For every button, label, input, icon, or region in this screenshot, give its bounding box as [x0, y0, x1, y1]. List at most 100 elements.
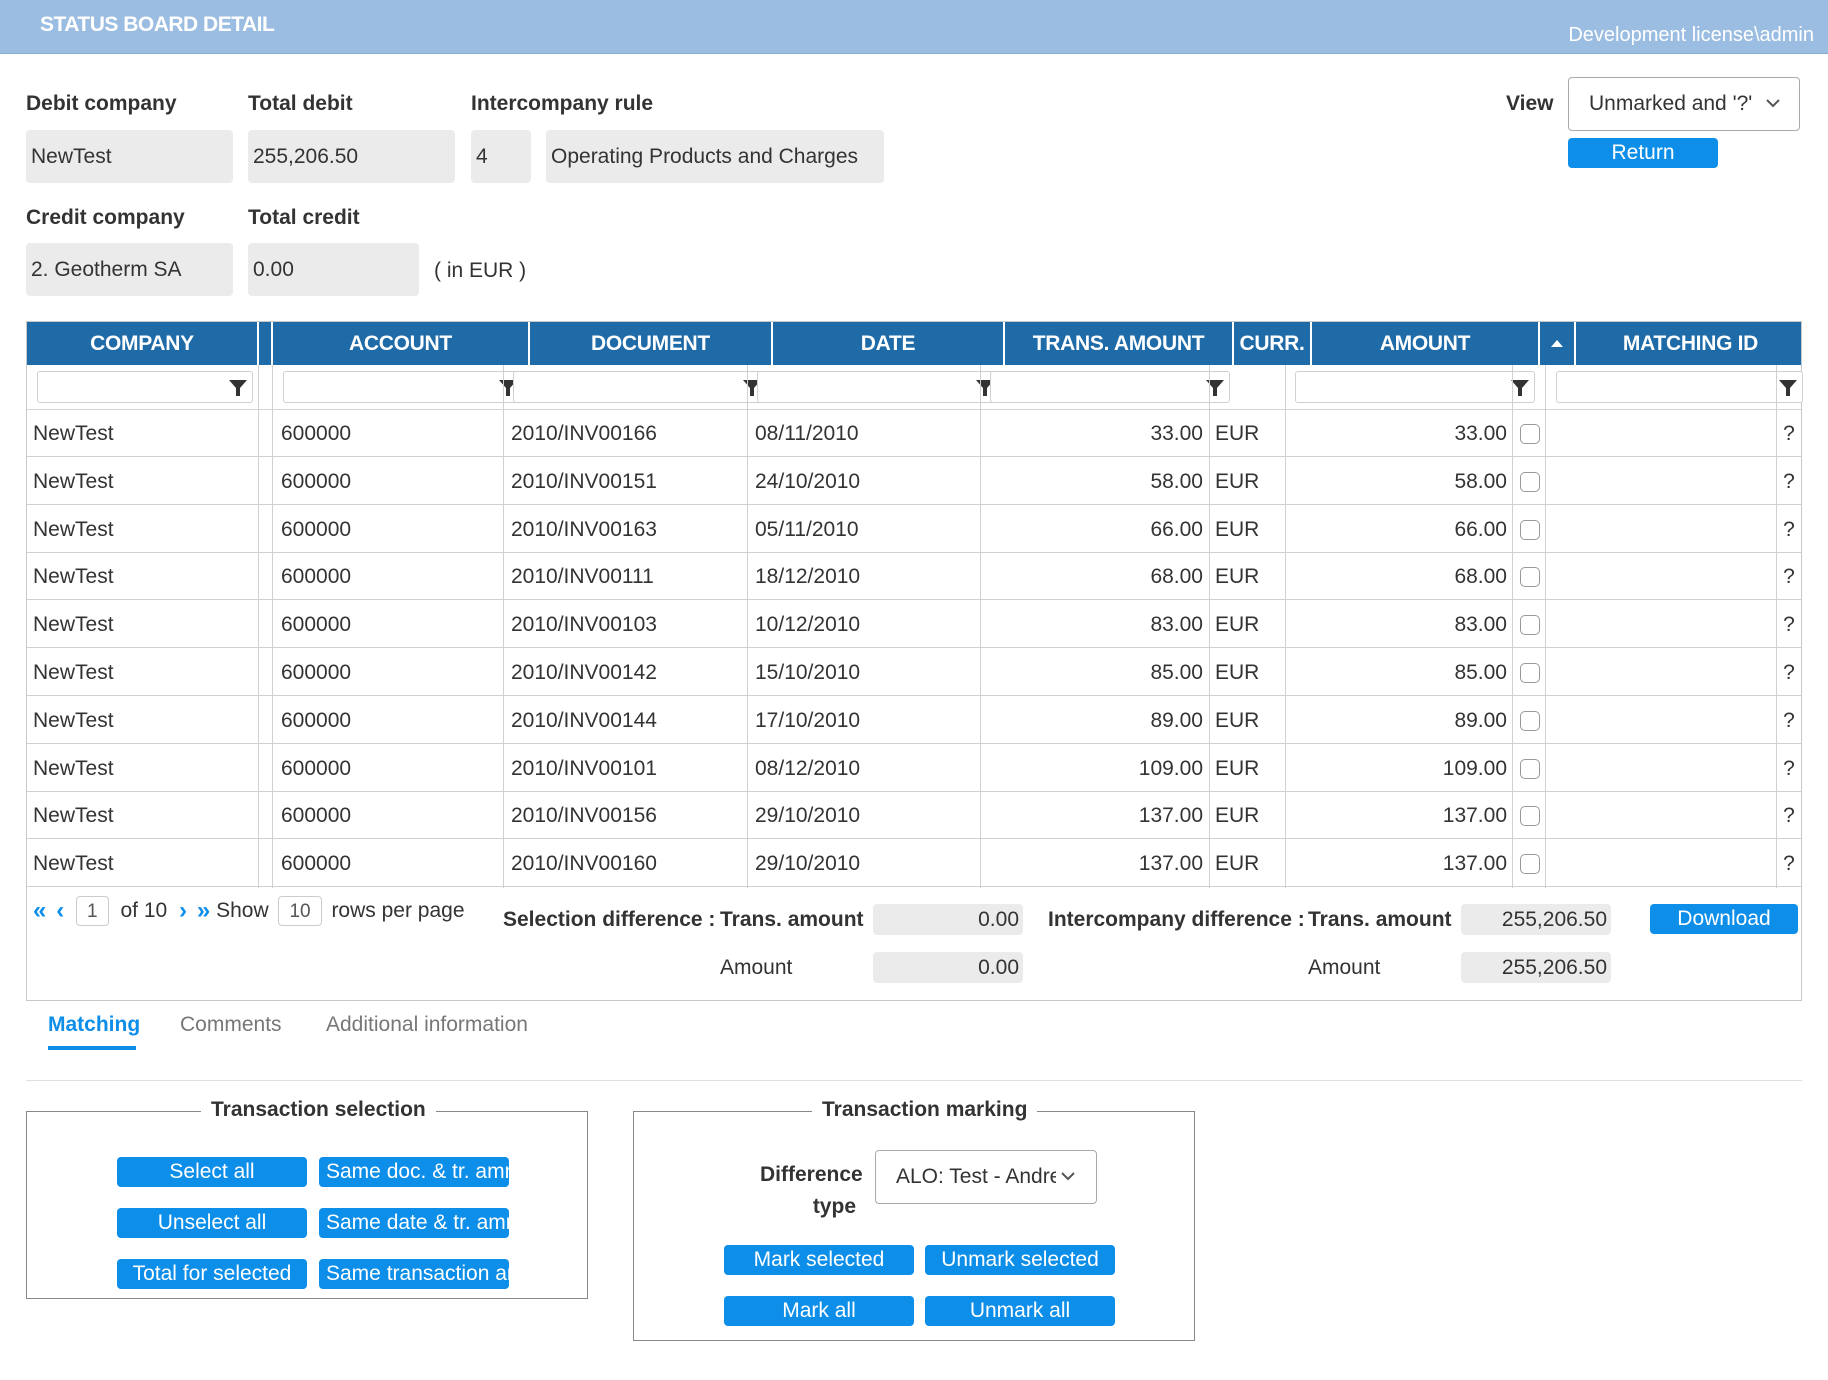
cell-company: NewTest	[33, 613, 114, 637]
row-checkbox[interactable]	[1520, 471, 1540, 492]
difference-type-select[interactable]: ALO: Test - Andre	[875, 1150, 1097, 1204]
first-page-icon[interactable]: «	[33, 897, 46, 924]
next-page-icon[interactable]: ›	[179, 897, 187, 924]
total-debit-label: Total debit	[248, 92, 353, 115]
difference-type-label-line2: type	[812, 1195, 856, 1218]
row-checkbox[interactable]	[1520, 663, 1540, 683]
cell-trans-amount: 68.00	[1150, 565, 1203, 589]
cell-status-flag: ?	[1783, 852, 1795, 876]
return-button[interactable]: Return	[1568, 138, 1718, 168]
table-row[interactable]: NewTest 600000 2010/INV00156 29/10/2010 137.…	[27, 792, 1801, 840]
cell-matching-id	[1551, 840, 1771, 887]
row-checkbox[interactable]	[1520, 854, 1540, 875]
cell-currency: EUR	[1215, 804, 1260, 828]
filter-amount-input[interactable]	[1295, 371, 1535, 403]
table-row[interactable]: NewTest 600000 2010/INV00151 24/10/2010 58.0…	[27, 458, 1801, 505]
column-header-amount[interactable]: AMOUNT	[1312, 322, 1540, 365]
filter-company-input[interactable]	[37, 371, 253, 403]
unmark-all-button[interactable]: Unmark all	[925, 1296, 1115, 1326]
cell-document: 2010/INV00151	[511, 469, 657, 493]
cell-company: NewTest	[33, 517, 114, 541]
filter-trans-amount-input[interactable]	[990, 371, 1230, 403]
row-checkbox[interactable]	[1520, 615, 1540, 636]
cell-document: 2010/INV00111	[511, 565, 654, 589]
previous-page-icon[interactable]: ‹	[56, 897, 64, 924]
column-header-account[interactable]: ACCOUNT	[273, 322, 530, 365]
download-button[interactable]: Download	[1650, 904, 1798, 934]
filter-matching-id-input[interactable]	[1556, 371, 1803, 403]
cell-status-flag: ?	[1783, 613, 1795, 637]
mark-all-button[interactable]: Mark all	[724, 1296, 914, 1326]
column-header-document[interactable]: DOCUMENT	[530, 322, 773, 365]
cell-matching-id	[1551, 458, 1771, 505]
filter-date-input[interactable]	[757, 371, 1000, 403]
row-checkbox[interactable]	[1520, 806, 1540, 827]
transaction-selection-legend: Transaction selection	[201, 1098, 436, 1122]
rows-per-page-label: rows per page	[331, 899, 465, 922]
cell-account: 600000	[281, 517, 352, 541]
row-checkbox[interactable]	[1520, 758, 1540, 779]
table-row[interactable]: NewTest 600000 2010/INV00166 08/11/2010 33.0…	[27, 410, 1801, 457]
of-label: of	[120, 899, 138, 922]
cell-currency: EUR	[1215, 852, 1260, 876]
view-select[interactable]: Unmarked and '?'	[1568, 77, 1800, 131]
page-title: STATUS BOARD DETAIL	[40, 13, 275, 36]
selection-amount-label: Amount	[720, 956, 793, 979]
table-row[interactable]: NewTest 600000 2010/INV00144 17/10/2010 89.0…	[27, 697, 1801, 744]
filter-account-input[interactable]	[283, 371, 523, 403]
cell-account: 600000	[281, 708, 352, 732]
table-row[interactable]: NewTest 600000 2010/INV00160 29/10/2010 137.…	[27, 840, 1801, 888]
tab-comments[interactable]: Comments	[180, 1013, 282, 1037]
table-row[interactable]: NewTest 600000 2010/INV00103 10/12/2010 83.0…	[27, 601, 1801, 649]
mark-selected-button[interactable]: Mark selected	[724, 1245, 914, 1275]
table-row[interactable]: NewTest 600000 2010/INV00163 05/11/2010 66.0…	[27, 506, 1801, 553]
tab-additional-information[interactable]: Additional information	[326, 1013, 528, 1037]
rows-per-page-input[interactable]: 10	[278, 896, 322, 926]
unmark-selected-button[interactable]: Unmark selected	[925, 1245, 1115, 1275]
filter-document-input[interactable]	[513, 371, 767, 403]
column-header-currency[interactable]: CURR.	[1234, 322, 1312, 365]
cell-status-flag: ?	[1783, 708, 1795, 732]
total-for-selected-button[interactable]: Total for selected	[117, 1259, 307, 1289]
unselect-all-button[interactable]: Unselect all	[117, 1208, 307, 1238]
cell-trans-amount: 109.00	[1138, 756, 1203, 780]
row-checkbox[interactable]	[1520, 424, 1540, 444]
cell-amount: 137.00	[1442, 852, 1507, 876]
intercompany-amount-label: Amount	[1308, 956, 1381, 979]
credit-company-field: 2. Geotherm SA	[26, 243, 233, 296]
same-transaction-amount-button[interactable]: Same transaction amount	[319, 1259, 509, 1289]
cell-status-flag: ?	[1783, 661, 1795, 684]
cell-matching-id	[1551, 697, 1771, 744]
selection-amount-value: 0.00	[873, 952, 1023, 983]
table-row[interactable]: NewTest 600000 2010/INV00142 15/10/2010 85.0…	[27, 649, 1801, 696]
currency-note: ( in EUR )	[434, 259, 527, 282]
cell-document: 2010/INV00103	[511, 613, 657, 637]
sort-ascending-icon[interactable]	[1540, 322, 1576, 365]
total-debit-field: 255,206.50	[248, 130, 455, 183]
cell-matching-id	[1551, 506, 1771, 553]
tab-matching[interactable]: Matching	[48, 1013, 140, 1037]
active-tab-indicator	[48, 1046, 136, 1050]
debit-company-label: Debit company	[26, 92, 177, 115]
cell-date: 17/10/2010	[755, 708, 861, 732]
column-header-trans-amount[interactable]: TRANS. AMOUNT	[1005, 322, 1234, 365]
select-all-button[interactable]: Select all	[117, 1157, 307, 1187]
row-checkbox[interactable]	[1520, 710, 1540, 731]
row-checkbox[interactable]	[1520, 567, 1540, 588]
page-number-input[interactable]: 1	[76, 896, 109, 926]
transaction-marking-panel: Transaction marking Difference type ALO:…	[633, 1098, 1195, 1341]
same-doc-amount-button[interactable]: Same doc. & tr. amnt	[319, 1157, 509, 1187]
table-row[interactable]: NewTest 600000 2010/INV00101 08/12/2010 109.…	[27, 745, 1801, 792]
column-header-date[interactable]: DATE	[773, 322, 1005, 365]
row-checkbox[interactable]	[1520, 519, 1540, 540]
cell-date: 10/12/2010	[755, 613, 861, 637]
grid-header: COMPANY ACCOUNT DOCUMENT DATE TRANS. AMO…	[27, 322, 1807, 365]
same-date-amount-button[interactable]: Same date & tr. amnt	[319, 1208, 509, 1238]
column-header-matching-id[interactable]: MATCHING ID	[1576, 322, 1807, 365]
column-header-company[interactable]: COMPANY	[27, 322, 259, 365]
show-label: Show	[216, 899, 269, 922]
table-row[interactable]: NewTest 600000 2010/INV00111 18/12/2010 68.0…	[27, 553, 1801, 601]
last-page-icon[interactable]: »	[197, 897, 210, 924]
cell-company: NewTest	[33, 804, 114, 828]
cell-date: 29/10/2010	[755, 804, 861, 828]
